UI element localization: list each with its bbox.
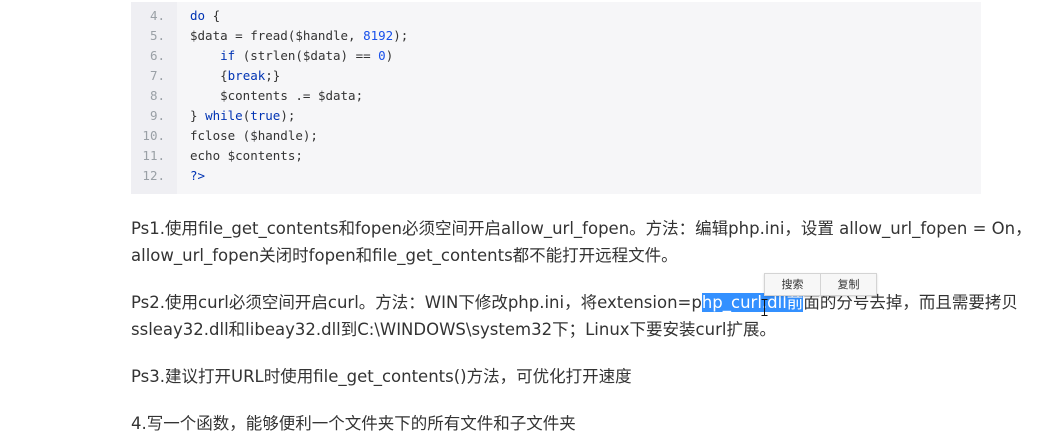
selection-popup: 搜索 复制: [764, 273, 877, 296]
code-block: 4. do { 5. $data = fread($handle, 8192); 6. …: [131, 2, 981, 194]
copy-button[interactable]: 复制: [820, 274, 876, 295]
code-text: fclose ($handle);: [190, 128, 318, 143]
line-number: 7.: [149, 68, 165, 83]
code-line: 6. if (strlen($data) == 0): [131, 46, 981, 66]
code-text: $contents .= $data;: [220, 88, 364, 103]
line-number: 4.: [149, 8, 165, 23]
line-number: 11.: [142, 148, 165, 163]
paragraph-ps3: Ps3.建议打开URL时使用file_get_contents()方法，可优化打…: [131, 367, 632, 386]
search-button[interactable]: 搜索: [765, 274, 820, 295]
code-line: 8. $contents .= $data;: [131, 86, 981, 106]
line-number: 9.: [149, 108, 165, 123]
paragraph-ps1-line1: Ps1.使用file_get_contents和fopen必须空间开启allow…: [131, 219, 1032, 238]
line-number: 5.: [149, 28, 165, 43]
code-text: if (strlen($data) == 0): [220, 48, 394, 63]
paragraph-ps2-line2: ssleay32.dll和libeay32.dll到C:\WINDOWS\sys…: [131, 320, 776, 339]
line-number: 12.: [142, 168, 165, 183]
line-number: 8.: [149, 88, 165, 103]
code-line: 11. echo $contents;: [131, 146, 981, 166]
paragraph-ps1-line2: allow_url_fopen关闭时fopen和file_get_content…: [131, 246, 678, 265]
code-line: 7. {break;}: [131, 66, 981, 86]
code-text: do {: [190, 8, 221, 23]
ps2-text-before-selection: Ps2.使用curl必须空间开启curl。方法：WIN下修改php.ini，将e…: [131, 293, 702, 312]
code-line: 4. do {: [131, 6, 981, 26]
text-cursor-icon: [761, 299, 768, 316]
code-line: 10. fclose ($handle);: [131, 126, 981, 146]
code-text: echo $contents;: [190, 148, 303, 163]
code-line: 12. ?>: [131, 166, 981, 186]
code-text: ?>: [190, 168, 206, 183]
code-line: 9. } while(true);: [131, 106, 981, 126]
line-number: 10.: [142, 128, 165, 143]
code-line: 5. $data = fread($handle, 8192);: [131, 26, 981, 46]
code-text: } while(true);: [190, 108, 296, 123]
line-number: 6.: [149, 48, 165, 63]
code-text: {break;}: [220, 68, 281, 83]
code-text: $data = fread($handle, 8192);: [190, 28, 409, 43]
paragraph-item4: 4.写一个函数，能够便利一个文件夹下的所有文件和子文件夹: [131, 414, 576, 433]
